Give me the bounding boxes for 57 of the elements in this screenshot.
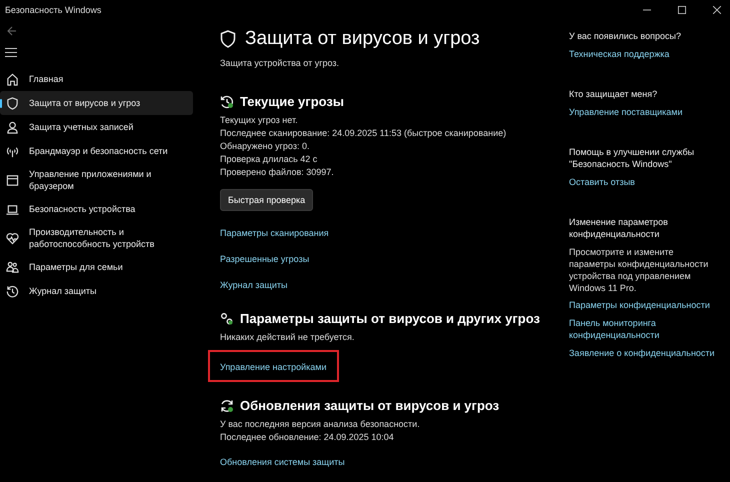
home-icon (6, 72, 19, 86)
status-text: Последнее обновление: 24.09.2025 10:04 (220, 431, 395, 444)
sidebar-item[interactable]: Брандмауэр и безопасность сети (0, 139, 193, 163)
back-arrow-icon[interactable] (7, 26, 17, 36)
refresh-icon (220, 398, 234, 412)
link[interactable]: Управление поставщиками (569, 106, 720, 118)
status-text: Проверено файлов: 30997. (220, 166, 335, 179)
person-icon (6, 120, 19, 134)
page-subtitle: Защита устройства от угроз. (220, 58, 340, 68)
link[interactable]: Обновления системы защиты (220, 457, 345, 467)
antenna-icon (6, 144, 19, 158)
shield-icon (6, 96, 19, 110)
link[interactable]: Панель мониторинга конфиденциальности (569, 317, 720, 341)
window-title: Безопасность Windows (5, 5, 102, 15)
aside-heading: Кто защищает меня? (569, 88, 658, 100)
section-heading: Обновления защиты от вирусов и угроз (240, 398, 500, 413)
family-icon (6, 260, 19, 274)
link[interactable]: Заявление о конфиденциальности (569, 347, 720, 359)
link[interactable]: Параметры конфиденциальности (569, 299, 720, 311)
status-text: Обнаружено угроз: 0. (220, 140, 310, 153)
laptop-icon (6, 202, 19, 216)
link[interactable]: Параметры сканирования (220, 228, 329, 238)
gears-icon (220, 312, 234, 326)
status-text: У вас последняя версия анализа безопасности. (220, 418, 421, 431)
sidebar-item[interactable]: Производительность и работоспособность устройств (0, 221, 193, 255)
aside-heading: У вас появились вопросы? (569, 30, 682, 42)
page-title: Защита от вирусов и угроз (245, 28, 480, 50)
heart-icon (6, 232, 19, 244)
quick-scan-button[interactable]: Быстрая проверка (220, 189, 314, 211)
aside-heading: Помощь в улучшении службы "Безопасность Windows" (569, 146, 696, 170)
aside-text: Просмотрите и измените параметры конфиденциальности устройства под управлением Windows 11 Pro. (569, 246, 710, 294)
link[interactable]: Техническая поддержка (569, 48, 720, 60)
sidebar-item[interactable]: Параметры для семьи (0, 255, 193, 279)
status-text: Текущих угроз нет. (220, 114, 299, 127)
link[interactable]: Разрешенные угрозы (220, 254, 310, 264)
menu-icon[interactable] (5, 48, 17, 57)
status-text: Проверка длилась 42 с (220, 153, 318, 166)
sidebar-item[interactable]: Управление приложениями и браузером (0, 163, 193, 197)
sidebar-item[interactable]: Журнал защиты (0, 279, 193, 303)
maximize-icon[interactable] (678, 6, 686, 14)
link[interactable]: Управление настройками (220, 362, 327, 372)
status-text: Последнее сканирование: 24.09.2025 11:53 (быстрое сканирование) (220, 127, 508, 140)
link[interactable]: Журнал защиты (220, 280, 288, 290)
window-icon (6, 174, 19, 186)
sidebar-item[interactable]: Защита учетных записей (0, 115, 193, 139)
sidebar-item[interactable]: Защита от вирусов и угроз (0, 91, 193, 115)
sidebar-item[interactable]: Главная (0, 67, 193, 91)
shield-icon (220, 30, 236, 48)
section-heading: Текущие угрозы (240, 94, 344, 109)
clock-check-icon (220, 94, 234, 108)
close-icon[interactable] (713, 6, 721, 14)
history-icon (6, 284, 19, 298)
link[interactable]: Оставить отзыв (569, 176, 720, 188)
aside-heading: Изменение параметров конфиденциальности (569, 216, 669, 240)
section-heading: Параметры защиты от вирусов и других угроз (240, 311, 540, 326)
status-text: Никаких действий не требуется. (220, 331, 356, 344)
sidebar-item[interactable]: Безопасность устройства (0, 197, 193, 221)
